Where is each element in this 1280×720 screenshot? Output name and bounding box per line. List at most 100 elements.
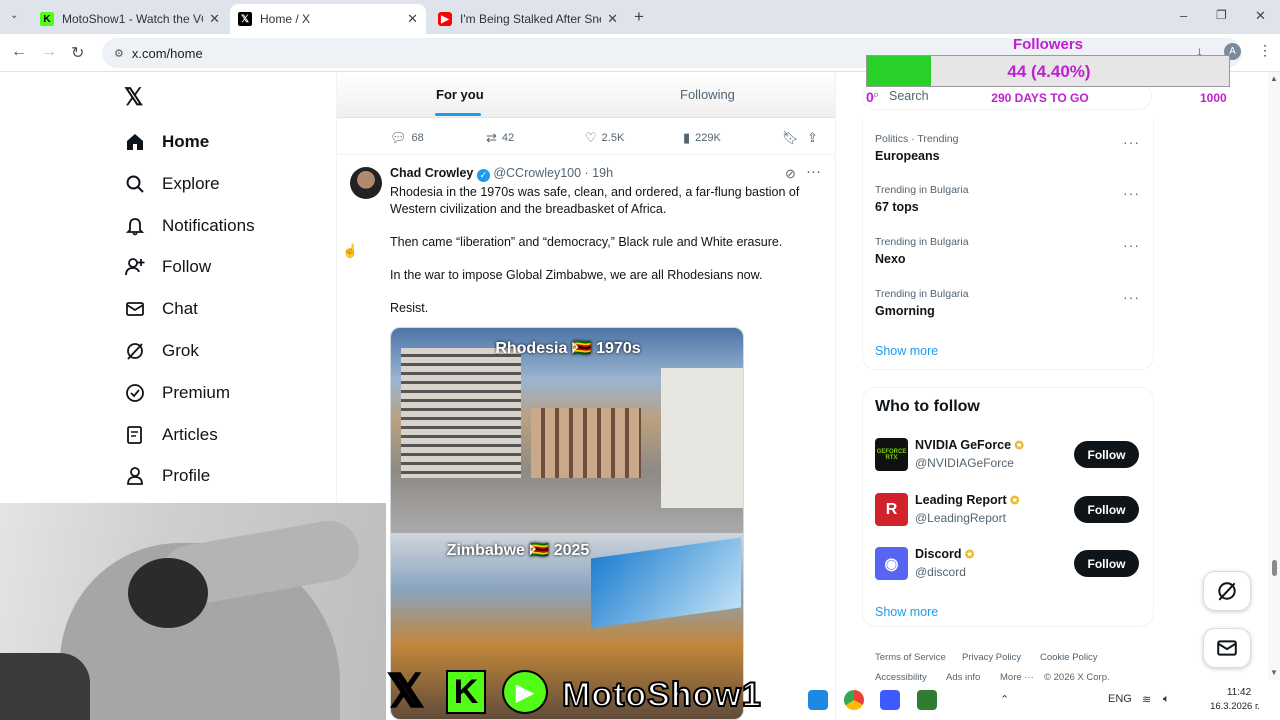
- tweet-text-line: Rhodesia in the 1970s was safe, clean, a…: [390, 185, 800, 216]
- language-indicator[interactable]: ENG: [1108, 693, 1132, 705]
- grok-icon: [1218, 582, 1236, 601]
- close-tab-icon[interactable]: ✕: [209, 11, 220, 27]
- followers-goal-max: 1000: [1200, 91, 1227, 105]
- browser-menu-icon[interactable]: ⋮: [1258, 42, 1272, 59]
- chrome-icon[interactable]: [844, 690, 864, 710]
- footer-link[interactable]: Cookie Policy: [1040, 652, 1098, 663]
- like-button[interactable]: ♡ 2.5K: [585, 130, 624, 146]
- clock-date[interactable]: 16.3.2026 г.: [1200, 701, 1270, 712]
- trend-name: 67 tops: [875, 200, 919, 214]
- scroll-thumb[interactable]: [1272, 560, 1277, 576]
- forward-arrow-icon[interactable]: →: [41, 43, 57, 61]
- active-tab-indicator: [435, 113, 481, 116]
- sidebar-item-profile[interactable]: Profile: [124, 460, 210, 492]
- x-logo-icon[interactable]: 𝕏: [124, 83, 143, 112]
- tray-chevron-icon[interactable]: ⌃: [1000, 693, 1009, 706]
- trend-item[interactable]: Trending in Bulgaria Nexo: [875, 236, 969, 266]
- trend-item[interactable]: Trending in Bulgaria Gmorning: [875, 288, 969, 318]
- tab-list-icon[interactable]: ⌄: [10, 10, 18, 21]
- scroll-down-icon[interactable]: ▼: [1270, 668, 1278, 677]
- tweet-time[interactable]: · 19h: [585, 166, 614, 180]
- tab-for-you[interactable]: For you: [436, 87, 484, 102]
- youtube-icon: ▶: [438, 12, 452, 26]
- bookmark-icon: 🔖︎: [782, 130, 799, 145]
- sidebar-item-chat[interactable]: Chat: [124, 293, 198, 325]
- speaker-icon[interactable]: 🔈︎: [1163, 693, 1170, 706]
- follow-button[interactable]: Follow: [1074, 550, 1139, 577]
- author-name[interactable]: Chad Crowley: [390, 166, 473, 180]
- tab-title: MotoShow1 - Watch the VOD o: [62, 12, 203, 26]
- footer-link[interactable]: Ads info: [946, 672, 980, 683]
- more-options-icon[interactable]: ···: [1123, 289, 1140, 305]
- sidebar-item-label: Home: [162, 132, 210, 151]
- more-options-icon[interactable]: ···: [1123, 237, 1140, 253]
- close-window-button[interactable]: ✕: [1255, 8, 1266, 24]
- back-arrow-icon[interactable]: ←: [11, 43, 27, 61]
- mail-icon: [124, 298, 146, 320]
- trend-item[interactable]: Trending in Bulgaria 67 tops: [875, 184, 969, 214]
- sidebar-item-grok[interactable]: Grok: [124, 335, 199, 367]
- suggestion-name: Leading Report ✪: [915, 493, 1020, 507]
- search-placeholder: Search: [889, 89, 929, 103]
- sidebar-item-label: Explore: [162, 174, 220, 193]
- followers-goal-bar: 44 (4.40%): [866, 55, 1230, 87]
- feed-tabs: For you Following: [337, 72, 835, 118]
- more-options-icon[interactable]: ···: [1123, 134, 1140, 150]
- bookmark-button[interactable]: 🔖︎: [782, 130, 804, 146]
- follow-button[interactable]: Follow: [1074, 441, 1139, 468]
- follow-button[interactable]: Follow: [1074, 496, 1139, 523]
- sidebar-item-explore[interactable]: Explore: [124, 168, 220, 200]
- sidebar-item-premium[interactable]: Premium: [124, 377, 230, 409]
- footer-link[interactable]: More ···: [1000, 672, 1034, 683]
- scrollbar[interactable]: ▲ ▼: [1268, 72, 1280, 680]
- messages-button[interactable]: [1203, 628, 1251, 668]
- suggestion-handle: @LeadingReport: [915, 511, 1006, 525]
- tab-following[interactable]: Following: [680, 87, 735, 102]
- browser-tab-kick[interactable]: K MotoShow1 - Watch the VOD o ✕: [32, 4, 228, 34]
- minimize-button[interactable]: –: [1180, 8, 1187, 23]
- sidebar-item-follow[interactable]: Follow: [124, 251, 211, 283]
- show-more-follow-link[interactable]: Show more: [875, 605, 938, 619]
- webcam-overlay: [0, 503, 386, 720]
- site-info-icon[interactable]: ⚙: [114, 47, 124, 60]
- tweet-media-video[interactable]: Rhodesia 🇿🇼 1970s Zimbabwe 🇿🇼 2025: [390, 327, 744, 720]
- share-button[interactable]: ⇪: [807, 130, 823, 146]
- scroll-up-icon[interactable]: ▲: [1270, 74, 1278, 83]
- author-handle[interactable]: @CCrowley100: [493, 166, 581, 180]
- reload-icon[interactable]: ↻: [71, 43, 84, 63]
- browser-tab-youtube[interactable]: ▶ I'm Being Stalked After Sneakin ✕: [430, 4, 626, 34]
- sidebar-item-articles[interactable]: Articles: [124, 419, 218, 451]
- taskbar-app-icon[interactable]: [880, 690, 900, 710]
- avatar[interactable]: [350, 167, 382, 199]
- close-tab-icon[interactable]: ✕: [407, 11, 418, 27]
- browser-tab-x[interactable]: 𝕏 Home / X ✕: [230, 4, 426, 34]
- suggestion-name: NVIDIA GeForce ✪: [915, 438, 1024, 452]
- show-more-trends-link[interactable]: Show more: [875, 344, 938, 358]
- reply-button[interactable]: 💬︎ 68: [390, 130, 424, 146]
- clock-time[interactable]: 11:42: [1214, 687, 1264, 698]
- repost-button[interactable]: ⇄ 42: [486, 130, 514, 146]
- tweet-text-line: Resist.: [390, 301, 429, 315]
- taskbar-app-icon[interactable]: [917, 690, 937, 710]
- wifi-icon[interactable]: ≋: [1142, 693, 1151, 706]
- headset-shape: [128, 558, 208, 628]
- taskbar-app-icon[interactable]: [808, 690, 828, 710]
- sidebar-item-home[interactable]: Home: [124, 126, 209, 158]
- kick-icon: K: [40, 12, 54, 26]
- maximize-button[interactable]: ❐: [1216, 8, 1227, 22]
- grok-icon[interactable]: ⊘: [785, 166, 796, 182]
- more-options-icon[interactable]: ···: [1123, 185, 1140, 201]
- sidebar-item-notifications[interactable]: Notifications: [124, 210, 255, 242]
- footer-link[interactable]: Privacy Policy: [962, 652, 1021, 663]
- more-options-icon[interactable]: ···: [806, 163, 821, 180]
- trend-item[interactable]: Politics · Trending Europeans: [875, 133, 958, 163]
- footer-link[interactable]: Terms of Service: [875, 652, 946, 663]
- new-tab-button[interactable]: +: [634, 7, 644, 27]
- grok-button[interactable]: [1203, 571, 1251, 611]
- footer-link[interactable]: Accessibility: [875, 672, 927, 683]
- building-shape: [531, 408, 641, 478]
- views-button[interactable]: ▮ 229K: [683, 130, 721, 146]
- stream-brand-overlay: 𝕏 K ▶ MotoShow1: [386, 664, 786, 720]
- close-tab-icon[interactable]: ✕: [607, 11, 618, 27]
- gold-verified-icon: ✪: [1010, 495, 1020, 507]
